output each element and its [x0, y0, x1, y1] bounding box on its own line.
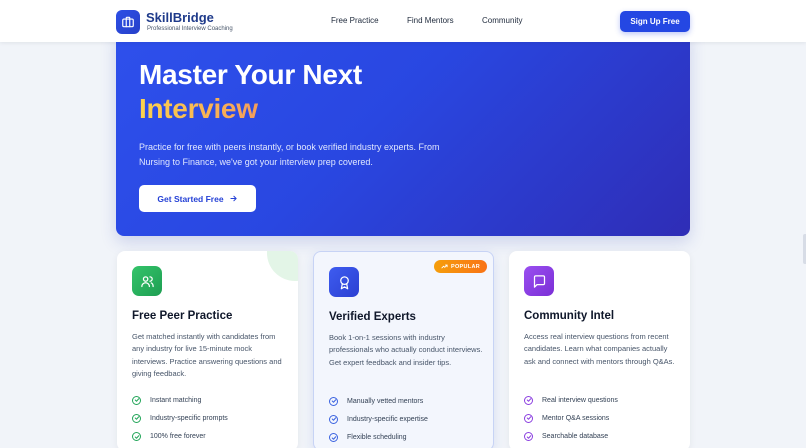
check-circle-icon [524, 432, 533, 442]
feature-list: Instant matching Industry-specific promp… [132, 391, 292, 446]
check-circle-icon [132, 432, 141, 442]
feature-label: Industry-specific prompts [150, 414, 228, 422]
feature-label: 100% free forever [150, 433, 206, 441]
users-icon [132, 266, 162, 296]
list-item: Industry-specific expertise [329, 410, 489, 428]
hero-title-line1: Master Your Next [139, 59, 362, 90]
card-description: Book 1-on-1 sessions with industry profe… [329, 333, 483, 367]
card-community-intel[interactable]: Community Intel Access real interview qu… [509, 251, 690, 448]
nav-link-find-mentors[interactable]: Find Mentors [407, 16, 454, 26]
decorative-blob [267, 251, 298, 281]
feature-label: Industry-specific expertise [347, 415, 428, 423]
feature-label: Mentor Q&A sessions [542, 414, 610, 422]
feature-list: Real interview questions Mentor Q&A sess… [524, 391, 684, 446]
check-circle-icon [524, 395, 533, 405]
check-circle-icon [524, 413, 533, 423]
feature-label: Flexible scheduling [347, 434, 407, 442]
nav-link-community[interactable]: Community [482, 16, 522, 26]
card-free-peer-practice[interactable]: Free Peer Practice Get matched instantly… [117, 251, 298, 448]
card-verified-experts[interactable]: POPULAR Verified Experts Book 1-on-1 ses… [313, 251, 494, 448]
check-circle-icon [132, 395, 141, 405]
hero-banner: Master Your Next Interview Practice for … [116, 30, 690, 236]
get-started-button[interactable]: Get Started Free [139, 185, 256, 212]
arrow-right-icon [229, 195, 237, 202]
check-circle-icon [329, 396, 338, 406]
brand-name[interactable]: SkillBridge [146, 11, 214, 25]
list-item: Industry-specific prompts [132, 409, 292, 427]
feature-label: Manually vetted mentors [347, 397, 424, 405]
get-started-label: Get Started Free [157, 193, 224, 204]
top-nav-bar: SkillBridge Professional Interview Coach… [0, 0, 806, 42]
card-title: Free Peer Practice [132, 310, 233, 322]
trending-up-icon [441, 264, 448, 269]
check-circle-icon [329, 414, 338, 424]
message-square-icon [524, 266, 554, 296]
card-title: Verified Experts [329, 311, 416, 323]
popular-badge: POPULAR [434, 260, 487, 273]
card-description: Get matched instantly with candidates fr… [132, 332, 282, 378]
card-title: Community Intel [524, 310, 615, 322]
award-icon [329, 267, 359, 297]
list-item: Searchable database [524, 428, 684, 446]
list-item: Mentor Q&A sessions [524, 409, 684, 427]
feature-label: Instant matching [150, 396, 202, 404]
feature-list: Manually vetted mentors Industry-specifi… [329, 392, 489, 447]
list-item: 100% free forever [132, 428, 292, 446]
feature-label: Searchable database [542, 433, 609, 441]
check-circle-icon [329, 433, 338, 443]
list-item: Instant matching [132, 391, 292, 409]
briefcase-logo-icon[interactable] [116, 10, 140, 34]
feature-label: Real interview questions [542, 396, 618, 404]
card-description: Access real interview questions from rec… [524, 332, 675, 366]
nav-link-free-practice[interactable]: Free Practice [331, 16, 379, 26]
hero-title-line2: Interview [139, 93, 258, 124]
brand-tagline: Professional Interview Coaching [147, 26, 233, 32]
sign-up-button[interactable]: Sign Up Free [620, 11, 690, 32]
hero-description: Practice for free with peers instantly, … [139, 142, 440, 167]
check-circle-icon [132, 413, 141, 423]
list-item: Flexible scheduling [329, 429, 489, 447]
list-item: Real interview questions [524, 391, 684, 409]
popular-badge-label: POPULAR [451, 263, 480, 270]
list-item: Manually vetted mentors [329, 392, 489, 410]
